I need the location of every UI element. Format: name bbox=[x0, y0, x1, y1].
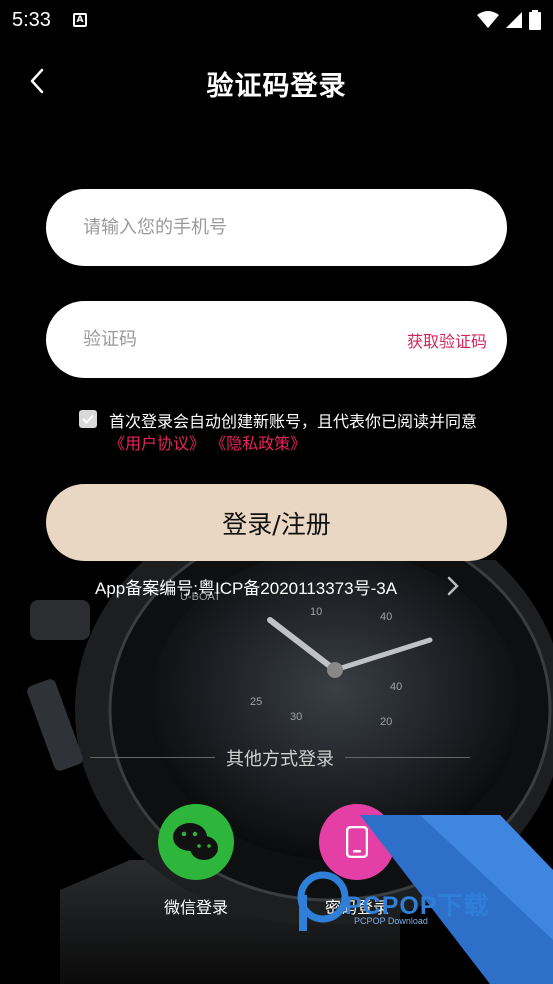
check-icon bbox=[82, 414, 94, 424]
svg-text:30: 30 bbox=[290, 711, 302, 723]
agreement-checkbox[interactable] bbox=[79, 410, 97, 428]
svg-text:10: 10 bbox=[310, 606, 322, 618]
get-code-button[interactable]: 获取验证码 bbox=[407, 328, 487, 352]
battery-icon bbox=[529, 10, 541, 30]
chevron-right-icon bbox=[447, 576, 459, 596]
password-login-label: 密码登录 bbox=[324, 898, 389, 917]
notification-icon: A bbox=[72, 13, 87, 27]
wechat-login-label: 微信登录 bbox=[163, 898, 228, 917]
password-login-option[interactable]: 密码登录 bbox=[302, 804, 412, 918]
wechat-login-option[interactable]: 微信登录 bbox=[141, 804, 251, 918]
wechat-icon bbox=[173, 823, 218, 860]
svg-text:20: 20 bbox=[380, 716, 392, 728]
agreement-links: 《用户协议》 《隐私政策》 bbox=[109, 430, 306, 454]
other-login-title: 其他方式登录 bbox=[226, 749, 334, 770]
svg-text:25: 25 bbox=[250, 696, 262, 708]
wifi-icon bbox=[477, 11, 499, 28]
status-bar: 5:33 A bbox=[0, 0, 553, 40]
status-time: 5:33 bbox=[12, 8, 51, 31]
svg-text:40: 40 bbox=[380, 611, 392, 623]
code-input[interactable] bbox=[83, 329, 407, 350]
divider-line-right bbox=[345, 757, 470, 758]
page-title: 验证码登录 bbox=[206, 71, 347, 102]
other-login-divider: 其他方式登录 bbox=[90, 745, 470, 770]
user-agreement-link[interactable]: 《用户协议》 bbox=[109, 434, 205, 453]
status-icons bbox=[477, 10, 541, 30]
nav-bar: 验证码登录 bbox=[0, 58, 553, 104]
background-watch-image: 10 40 40 30 20 25 U-BOAT bbox=[0, 560, 553, 984]
phone-icon bbox=[346, 826, 368, 858]
login-register-button[interactable]: 登录/注册 bbox=[46, 484, 507, 561]
code-field: 获取验证码 bbox=[46, 301, 507, 378]
signal-icon bbox=[506, 12, 522, 28]
icp-text: App备案编号:粤ICP备2020113373号-3A bbox=[95, 579, 398, 598]
wechat-login-button[interactable] bbox=[158, 804, 234, 880]
agreement-text: 首次登录会自动创建新账号，且代表你已阅读并同意 bbox=[109, 412, 478, 431]
svg-text:40: 40 bbox=[390, 681, 402, 693]
phone-field bbox=[46, 189, 507, 266]
privacy-policy-link[interactable]: 《隐私政策》 bbox=[210, 434, 306, 453]
password-login-button[interactable] bbox=[319, 804, 395, 880]
phone-input[interactable] bbox=[83, 217, 487, 238]
icp-row[interactable]: App备案编号:粤ICP备2020113373号-3A bbox=[0, 574, 553, 600]
